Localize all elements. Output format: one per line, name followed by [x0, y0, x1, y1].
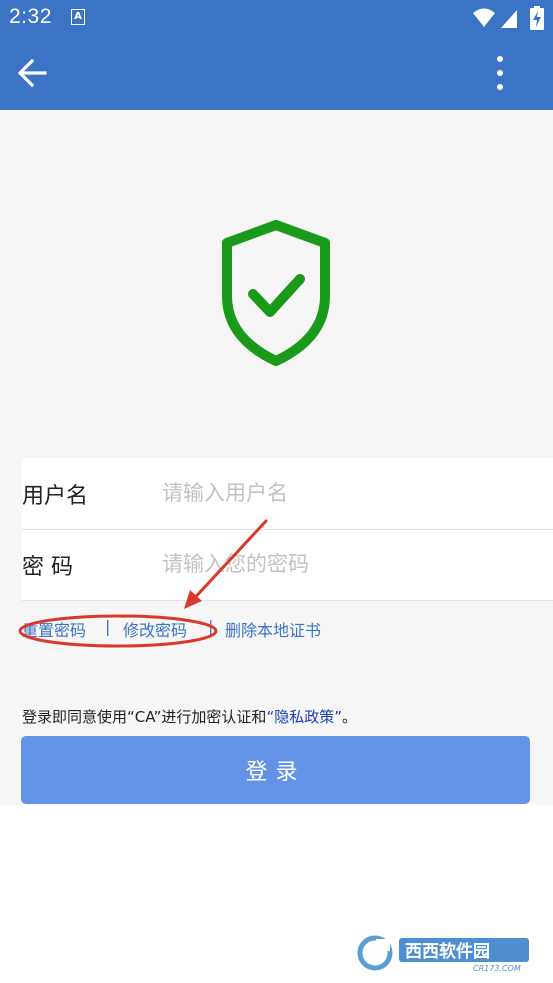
app-bar — [0, 37, 553, 110]
login-content: 用户名 密 码 重置密码 | 修改密码 | 删除本地证书 登录即同意使用“CA”… — [0, 110, 553, 805]
status-time: 2:32 — [9, 5, 52, 28]
annotation-ellipse — [18, 614, 218, 648]
username-row: 用户名 — [22, 458, 553, 530]
annotation-arrow-icon — [184, 519, 268, 609]
login-button[interactable]: 登录 — [21, 736, 530, 804]
login-form: 用户名 密 码 — [22, 458, 553, 601]
shield-check-icon — [222, 220, 330, 366]
agreement-prefix: 登录即同意使用“CA”进行加密认证和 — [22, 708, 267, 726]
site-watermark-logo: 西西软件园 CR173.COM — [353, 933, 533, 973]
back-arrow-icon[interactable] — [12, 52, 54, 94]
username-label: 用户名 — [22, 484, 89, 509]
wifi-icon — [473, 8, 495, 27]
password-row: 密 码 — [22, 529, 553, 601]
more-vertical-icon[interactable] — [480, 52, 520, 94]
password-label: 密 码 — [22, 555, 73, 580]
notification-a-icon: A — [71, 9, 85, 25]
privacy-policy-link[interactable]: “隐私政策” — [266, 708, 342, 726]
status-bar: 2:32 A — [0, 0, 553, 37]
watermark-domain: CR173.COM — [473, 964, 521, 973]
watermark-text: 西西软件园 — [405, 941, 490, 962]
username-input[interactable] — [162, 472, 532, 514]
agreement-suffix: 。 — [341, 708, 357, 726]
battery-charging-icon — [530, 6, 544, 30]
delete-certificate-link[interactable]: 删除本地证书 — [225, 617, 321, 641]
agreement-text: 登录即同意使用“CA”进行加密认证和“隐私政策”。 — [22, 706, 357, 727]
signal-icon — [501, 10, 517, 28]
